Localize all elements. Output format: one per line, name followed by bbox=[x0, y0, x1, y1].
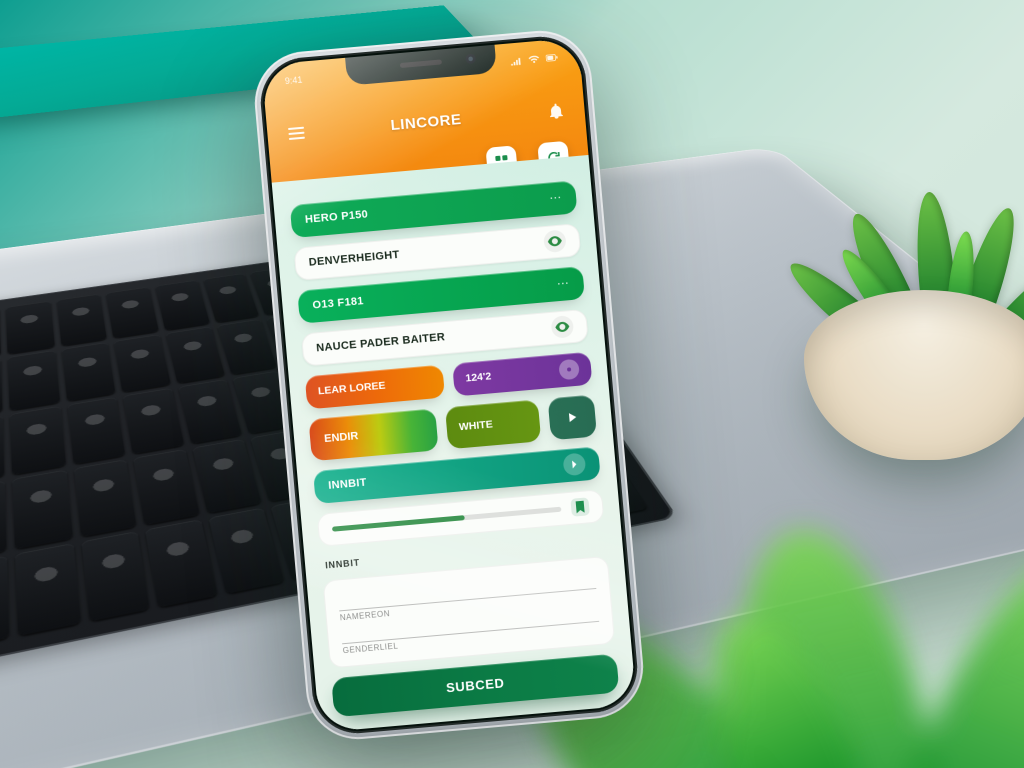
play-icon bbox=[566, 411, 579, 424]
row-disclosure-icon bbox=[563, 453, 587, 477]
bookmark-icon[interactable] bbox=[570, 498, 590, 518]
app-title: LINCORE bbox=[309, 103, 544, 140]
chip-lear[interactable]: LEAR LOREE bbox=[305, 364, 445, 409]
chip-white[interactable]: WHITE bbox=[445, 399, 541, 449]
chip-label: WHITE bbox=[458, 418, 493, 433]
notifications-button[interactable] bbox=[541, 97, 569, 125]
row-more: ··· bbox=[557, 279, 570, 290]
progress-track[interactable] bbox=[332, 506, 562, 531]
chip-label: LEAR LOREE bbox=[318, 380, 386, 398]
row-label: DENVERHEIGHT bbox=[308, 249, 400, 269]
plant bbox=[764, 160, 1024, 460]
chip-1242[interactable]: 124'2 bbox=[452, 351, 592, 396]
chip-endir[interactable]: ENDIR bbox=[308, 408, 438, 461]
signal-icon bbox=[510, 55, 523, 66]
app-screen: 9:41 LINCORE bbox=[261, 37, 636, 732]
submit-label: SUBCED bbox=[445, 675, 505, 695]
wifi-icon bbox=[528, 54, 541, 65]
menu-icon bbox=[288, 126, 305, 141]
scene: 9:41 LINCORE bbox=[0, 0, 1024, 768]
bell-icon bbox=[547, 102, 563, 119]
chip-play[interactable] bbox=[548, 394, 597, 440]
progress-fill bbox=[332, 515, 465, 532]
chip-label: 124'2 bbox=[465, 371, 492, 385]
menu-button[interactable] bbox=[282, 119, 310, 147]
battery-icon bbox=[545, 52, 558, 63]
row-label: HERO P150 bbox=[305, 209, 369, 226]
app-content: HERO P150 ··· DENVERHEIGHT O13 F181 ··· bbox=[272, 155, 637, 733]
row-label: INNBIT bbox=[328, 477, 367, 492]
visibility-icon bbox=[543, 230, 567, 254]
phone: 9:41 LINCORE bbox=[251, 27, 648, 744]
form-card: NAMEREON GENDERLIEL bbox=[323, 556, 616, 669]
row-label: O13 F181 bbox=[312, 296, 364, 312]
chip-label: ENDIR bbox=[324, 430, 359, 445]
row-label: NAUCE PADER BAITER bbox=[316, 332, 446, 355]
row-more: ··· bbox=[550, 193, 563, 204]
chip-action-icon bbox=[558, 359, 580, 381]
visibility-icon bbox=[550, 315, 574, 339]
status-time: 9:41 bbox=[284, 75, 302, 86]
